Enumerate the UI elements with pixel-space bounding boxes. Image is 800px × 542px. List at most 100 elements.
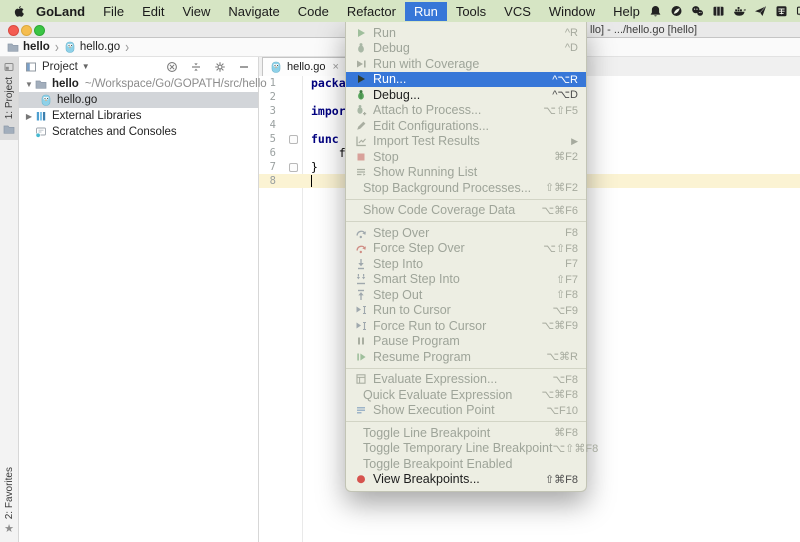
menu-item-quick-evaluate-expression-25: Quick Evaluate Expression⌥⌘F8: [346, 387, 586, 403]
exec-point-icon: [354, 404, 368, 416]
menubar-item-refactor[interactable]: Refactor: [338, 2, 405, 21]
menu-item-toggle-temporary-line-breakpoint-29: Toggle Temporary Line Breakpoint⌥⇧⌘F8: [346, 441, 586, 457]
menubar-item-navigate[interactable]: Navigate: [219, 2, 288, 21]
favorites-stripe-label: 2: Favorites: [4, 467, 15, 519]
project-panel-icon: [25, 61, 37, 73]
collapse-all-icon[interactable]: [190, 61, 202, 73]
line-number: 2: [262, 91, 276, 103]
sidebar-item-project[interactable]: 1: Project: [0, 57, 18, 140]
sidebar-item-favorites[interactable]: 2: Favorites ★: [0, 467, 18, 535]
menu-item-show-code-coverage-data-12: Show Code Coverage Data⌥⌘F6: [346, 203, 586, 219]
menu-item-evaluate-expression-24: Evaluate Expression...⌥F8: [346, 372, 586, 388]
fold-marker-icon[interactable]: [289, 163, 298, 172]
gopher-icon: [40, 94, 52, 106]
menu-item-smart-step-into-17: Smart Step Into⇧F7: [346, 272, 586, 288]
coverage-icon: [354, 58, 368, 70]
chevron-down-icon[interactable]: ▼: [82, 62, 90, 71]
menubar-item-goland[interactable]: GoLand: [27, 2, 94, 21]
gopher-icon: [64, 41, 76, 53]
menu-item-debug-4[interactable]: Debug...^⌥D: [346, 87, 586, 103]
menubar-item-tools[interactable]: Tools: [447, 2, 495, 21]
menu-item-show-running-list-9: Show Running List: [346, 165, 586, 181]
locate-icon[interactable]: [166, 61, 178, 73]
project-tool-window: Project ▼ ▼hello~/Workspace/Go/GOPATH/sr…: [19, 57, 259, 542]
menu-shortcut: ^⌥R: [552, 73, 578, 86]
close-window-button[interactable]: [8, 25, 19, 36]
menubar-item-vcs[interactable]: VCS: [495, 2, 540, 21]
menubar-item-code[interactable]: Code: [289, 2, 338, 21]
tab-label: hello.go: [287, 61, 326, 73]
tree-item-scratches-and-consoles[interactable]: Scratches and Consoles: [19, 124, 258, 140]
character-grid-icon[interactable]: [712, 5, 725, 17]
menubar-item-view[interactable]: View: [173, 2, 219, 21]
menu-separator: [346, 368, 586, 369]
tree-item-path: ~/Workspace/Go/GOPATH/src/hello: [85, 78, 267, 90]
edit-icon: [354, 120, 368, 132]
bug-green-icon: [354, 89, 368, 101]
tab-hello-go[interactable]: hello.go ×: [262, 57, 347, 76]
scratches-icon: [35, 126, 47, 138]
settings-icon[interactable]: [214, 61, 226, 73]
wechat-icon[interactable]: [691, 5, 704, 17]
breadcrumb-item-hello[interactable]: hello: [7, 41, 50, 53]
project-panel-title[interactable]: Project: [42, 61, 78, 73]
notification-bell-icon[interactable]: [649, 5, 662, 17]
menu-shortcut: ⇧F7: [556, 273, 578, 286]
import-icon: [354, 135, 368, 147]
evaluate-icon: [354, 373, 368, 385]
menu-item-view-breakpoints-31[interactable]: View Breakpoints...⇧⌘F8: [346, 472, 586, 488]
menu-shortcut: ⇧F8: [556, 288, 578, 301]
menu-item-stop-background-processes-10: Stop Background Processes...⇧⌘F2: [346, 180, 586, 196]
tree-chevron-icon[interactable]: ▼: [23, 80, 35, 89]
menubar-item-edit[interactable]: Edit: [133, 2, 173, 21]
submenu-arrow-icon: ▶: [571, 136, 578, 147]
step-over-icon: [354, 227, 368, 239]
resume-icon: [354, 351, 368, 363]
paper-plane-icon[interactable]: [754, 5, 767, 17]
menu-shortcut: ^⌥D: [552, 88, 578, 101]
menu-shortcut: ^R: [565, 27, 578, 39]
menu-shortcut: ⌥⌘F9: [541, 319, 578, 332]
fold-marker-icon[interactable]: [289, 135, 298, 144]
run-to-cursor-icon: [354, 304, 368, 316]
line-number: 5: [262, 133, 276, 145]
docker-icon[interactable]: [733, 5, 746, 17]
minimize-window-button[interactable]: [21, 25, 32, 36]
tree-item-external-libraries[interactable]: ▶External Libraries: [19, 108, 258, 124]
step-out-icon: [354, 289, 368, 301]
menu-shortcut: ⌥F8: [552, 373, 578, 386]
menu-shortcut: ⌥⌘F6: [541, 204, 578, 217]
tree-item-hello-go[interactable]: hello.go: [19, 92, 258, 108]
browser-icon[interactable]: [670, 5, 683, 17]
menu-item-step-out-18: Step Out⇧F8: [346, 287, 586, 303]
menu-item-import-test-results-7: Import Test Results▶: [346, 134, 586, 150]
bug-icon: [354, 42, 368, 54]
menu-shortcut: ⌥⇧⌘F8: [552, 442, 598, 455]
text-caret: [311, 175, 312, 187]
project-stripe-label: 1: Project: [4, 77, 15, 119]
breadcrumb-item-hello-go[interactable]: hello.go: [64, 41, 120, 53]
project-panel-header: Project ▼: [19, 57, 258, 76]
menubar-item-run[interactable]: Run: [405, 2, 447, 21]
pause-icon: [354, 335, 368, 347]
hide-icon[interactable]: [238, 61, 250, 73]
close-icon[interactable]: ×: [333, 62, 339, 73]
apple-menu-icon[interactable]: [12, 5, 25, 18]
list-icon: [354, 166, 368, 178]
tree-item-hello[interactable]: ▼hello~/Workspace/Go/GOPATH/src/hello: [19, 76, 258, 92]
project-tree: ▼hello~/Workspace/Go/GOPATH/src/hellohel…: [19, 76, 258, 140]
menu-item-run-0: Run^R: [346, 25, 586, 41]
menu-item-run-3[interactable]: Run...^⌥R: [346, 72, 586, 88]
menubar-item-file[interactable]: File: [94, 2, 133, 21]
input-source-english-icon[interactable]: [775, 5, 788, 17]
menubar-item-help[interactable]: Help: [604, 2, 649, 21]
run-to-cursor-icon: [354, 320, 368, 332]
menubar-item-window[interactable]: Window: [540, 2, 604, 21]
screen-mirroring-icon[interactable]: [796, 5, 800, 17]
menu-item-attach-to-process-5: Attach to Process...⌥⇧F5: [346, 103, 586, 119]
tree-chevron-icon[interactable]: ▶: [23, 112, 35, 121]
step-over-red-icon: [354, 242, 368, 254]
zoom-window-button[interactable]: [34, 25, 45, 36]
menu-item-show-execution-point-26: Show Execution Point⌥F10: [346, 403, 586, 419]
window-title: llo] - .../hello.go [hello]: [590, 23, 697, 37]
